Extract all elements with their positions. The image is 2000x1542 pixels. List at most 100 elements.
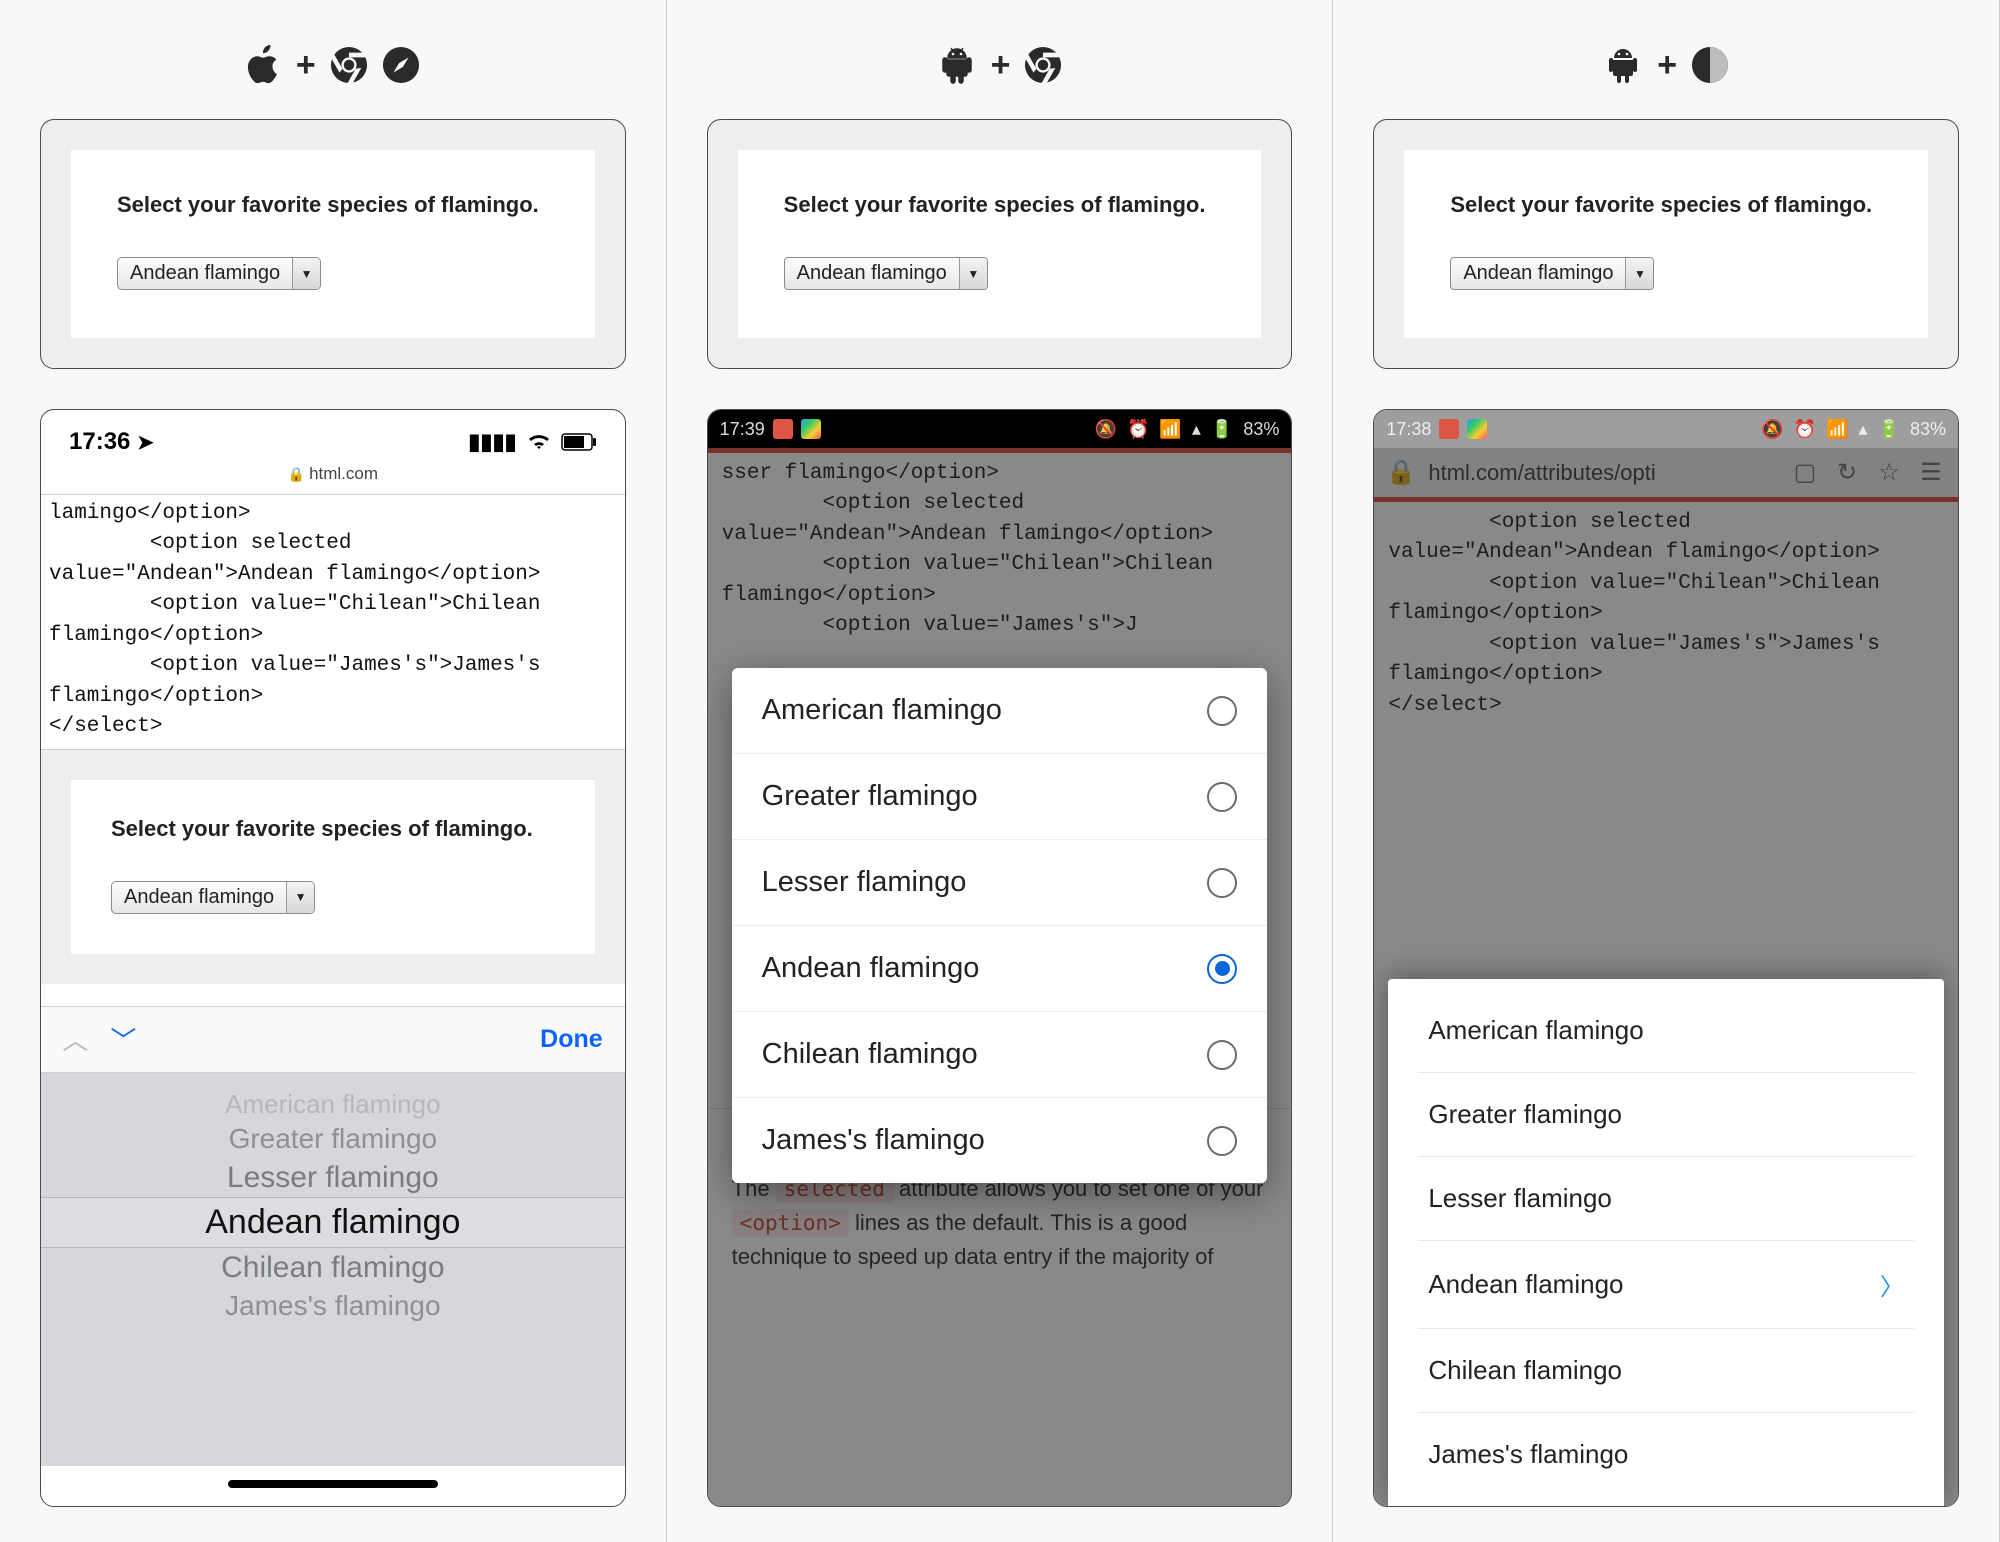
header-icons-ios: + — [246, 35, 420, 95]
plus-icon: + — [991, 46, 1011, 85]
demo-prompt: Select your favorite species of flamingo… — [784, 188, 1216, 221]
status-time: 17:39 — [720, 419, 765, 440]
header-icons-android-chrome: + — [937, 35, 1063, 95]
picker-done-button[interactable]: Done — [540, 1025, 603, 1054]
ios-home-indicator[interactable] — [228, 1480, 438, 1488]
dialog-option[interactable]: Chilean flamingo — [732, 1012, 1268, 1098]
sheet-option-selected[interactable]: Andean flamingo〉 — [1388, 1241, 1944, 1328]
demo-prompt: Select your favorite species of flamingo… — [111, 812, 555, 845]
safari-icon — [382, 46, 420, 84]
signal-icon: ▮▮▮▮ — [468, 429, 516, 455]
alarm-icon: ⏰ — [1794, 419, 1816, 440]
wheel-option[interactable]: Chilean flamingo — [41, 1248, 625, 1288]
wheel-option[interactable]: American flamingo — [41, 1087, 625, 1121]
apple-icon — [246, 45, 282, 85]
wheel-option[interactable]: Greater flamingo — [41, 1121, 625, 1158]
lock-icon: 🔒 — [288, 466, 305, 482]
android-icon — [1603, 45, 1643, 85]
dnd-icon: 🔕 — [1095, 419, 1117, 440]
wheel-option-selected[interactable]: Andean flamingo — [41, 1197, 625, 1248]
dialog-option[interactable]: James's flamingo — [732, 1098, 1268, 1183]
device-android-chrome: 17:39 🔕 ⏰ 📶 ▴ 🔋 83% sser flamingo</optio… — [707, 409, 1293, 1507]
demo-prompt: Select your favorite species of flamingo… — [117, 188, 549, 221]
chrome-icon — [330, 46, 368, 84]
lock-icon: 🔒 — [1386, 458, 1416, 487]
column-android-uc: + Select your favorite species of flamin… — [1333, 0, 2000, 1542]
battery-icon — [561, 433, 597, 451]
demo-select-ios-device[interactable]: Andean flamingo ▼ — [111, 881, 315, 914]
notif-app-icon — [1467, 419, 1487, 439]
uc-select-sheet: American flamingo Greater flamingo Lesse… — [1388, 979, 1944, 1506]
uc-code-snippet: <option selected value="Andean">Andean f… — [1374, 502, 1958, 727]
demo-card-android-chrome: Select your favorite species of flamingo… — [707, 119, 1293, 369]
location-icon: ➤ — [137, 432, 154, 454]
notif-app-icon — [773, 419, 793, 439]
select-value: Andean flamingo — [118, 262, 292, 285]
radio-icon — [1207, 868, 1237, 898]
android-status-bar: 17:38 🔕 ⏰ 📶 ▴ 🔋 83% — [1374, 410, 1958, 448]
ios-code-snippet: lamingo</option> <option selected value=… — [41, 494, 625, 750]
android-select-dialog: American flamingo Greater flamingo Lesse… — [732, 668, 1268, 1183]
wifi-icon: 📶 — [1826, 419, 1848, 440]
dialog-option[interactable]: American flamingo — [732, 668, 1268, 754]
reader-icon[interactable]: ▢ — [1790, 458, 1820, 487]
dialog-option[interactable]: Greater flamingo — [732, 754, 1268, 840]
chevron-right-icon: 〉 — [1880, 1267, 1904, 1302]
reload-icon[interactable]: ↻ — [1832, 458, 1862, 487]
notif-app-icon — [1439, 419, 1459, 439]
plus-icon: + — [296, 46, 316, 85]
dialog-option-selected[interactable]: Andean flamingo — [732, 926, 1268, 1012]
wifi-icon — [527, 433, 551, 451]
android-status-bar: 17:39 🔕 ⏰ 📶 ▴ 🔋 83% — [708, 410, 1292, 448]
demo-card-ios: Select your favorite species of flamingo… — [40, 119, 626, 369]
battery-icon: 🔋 — [1878, 419, 1900, 440]
sheet-option[interactable]: American flamingo — [1388, 989, 1944, 1072]
bookmark-icon[interactable]: ☆ — [1874, 458, 1904, 487]
demo-inner: Select your favorite species of flamingo… — [71, 150, 595, 338]
battery-percent: 83% — [1243, 419, 1279, 440]
column-android-chrome: + Select your favorite species of flamin… — [667, 0, 1334, 1542]
dialog-option[interactable]: Lesser flamingo — [732, 840, 1268, 926]
device-android-uc: 17:38 🔕 ⏰ 📶 ▴ 🔋 83% 🔒 html.com/attribute… — [1373, 409, 1959, 1507]
device-ios: 17:36 ➤ ▮▮▮▮ 🔒html.com lamingo</option> … — [40, 409, 626, 1507]
demo-select[interactable]: Andean flamingo ▼ — [1450, 257, 1654, 290]
select-arrow-icon: ▼ — [286, 882, 314, 913]
ios-status-bar: 17:36 ➤ ▮▮▮▮ — [41, 410, 625, 464]
url-host: html.com — [309, 464, 378, 483]
notif-app-icon — [801, 419, 821, 439]
status-time: 17:38 — [1386, 419, 1431, 440]
sheet-option[interactable]: Greater flamingo — [1388, 1073, 1944, 1156]
demo-card-android-uc: Select your favorite species of flamingo… — [1373, 119, 1959, 369]
wheel-option[interactable]: James's flamingo — [41, 1288, 625, 1325]
radio-icon — [1207, 782, 1237, 812]
picker-prev-icon[interactable]: 〈 — [58, 1026, 95, 1052]
sheet-option[interactable]: Lesser flamingo — [1388, 1157, 1944, 1240]
battery-percent: 83% — [1910, 419, 1946, 440]
radio-icon — [1207, 696, 1237, 726]
demo-select[interactable]: Andean flamingo ▼ — [784, 257, 988, 290]
ios-picker-wheel[interactable]: American flamingo Greater flamingo Lesse… — [41, 1073, 625, 1467]
header-icons-android-uc: + — [1603, 35, 1729, 95]
wifi-icon: 📶 — [1159, 419, 1181, 440]
android-icon — [937, 45, 977, 85]
radio-icon — [1207, 1040, 1237, 1070]
signal-icon: ▴ — [1859, 419, 1868, 440]
demo-select[interactable]: Andean flamingo ▼ — [117, 257, 321, 290]
android-code-snippet: sser flamingo</option> <option selected … — [708, 453, 1292, 648]
plus-icon: + — [1657, 46, 1677, 85]
ios-inline-demo: Select your favorite species of flamingo… — [41, 750, 625, 984]
battery-icon: 🔋 — [1211, 419, 1233, 440]
signal-icon: ▴ — [1192, 419, 1201, 440]
ios-url-bar[interactable]: 🔒html.com — [41, 464, 625, 494]
url-text: html.com/attributes/opti — [1428, 460, 1778, 486]
sheet-option[interactable]: Chilean flamingo — [1388, 1329, 1944, 1412]
column-ios: + Select your favorite species of flamin… — [0, 0, 667, 1542]
sheet-option[interactable]: James's flamingo — [1388, 1413, 1944, 1496]
menu-icon[interactable]: ☰ — [1916, 458, 1946, 487]
wheel-option[interactable]: Lesser flamingo — [41, 1158, 625, 1198]
select-arrow-icon: ▼ — [959, 258, 987, 289]
picker-next-icon[interactable]: 〉 — [106, 1026, 143, 1052]
dnd-icon: 🔕 — [1761, 419, 1783, 440]
uc-url-bar[interactable]: 🔒 html.com/attributes/opti ▢ ↻ ☆ ☰ — [1374, 448, 1958, 497]
code-chip: <option> — [732, 1209, 849, 1237]
